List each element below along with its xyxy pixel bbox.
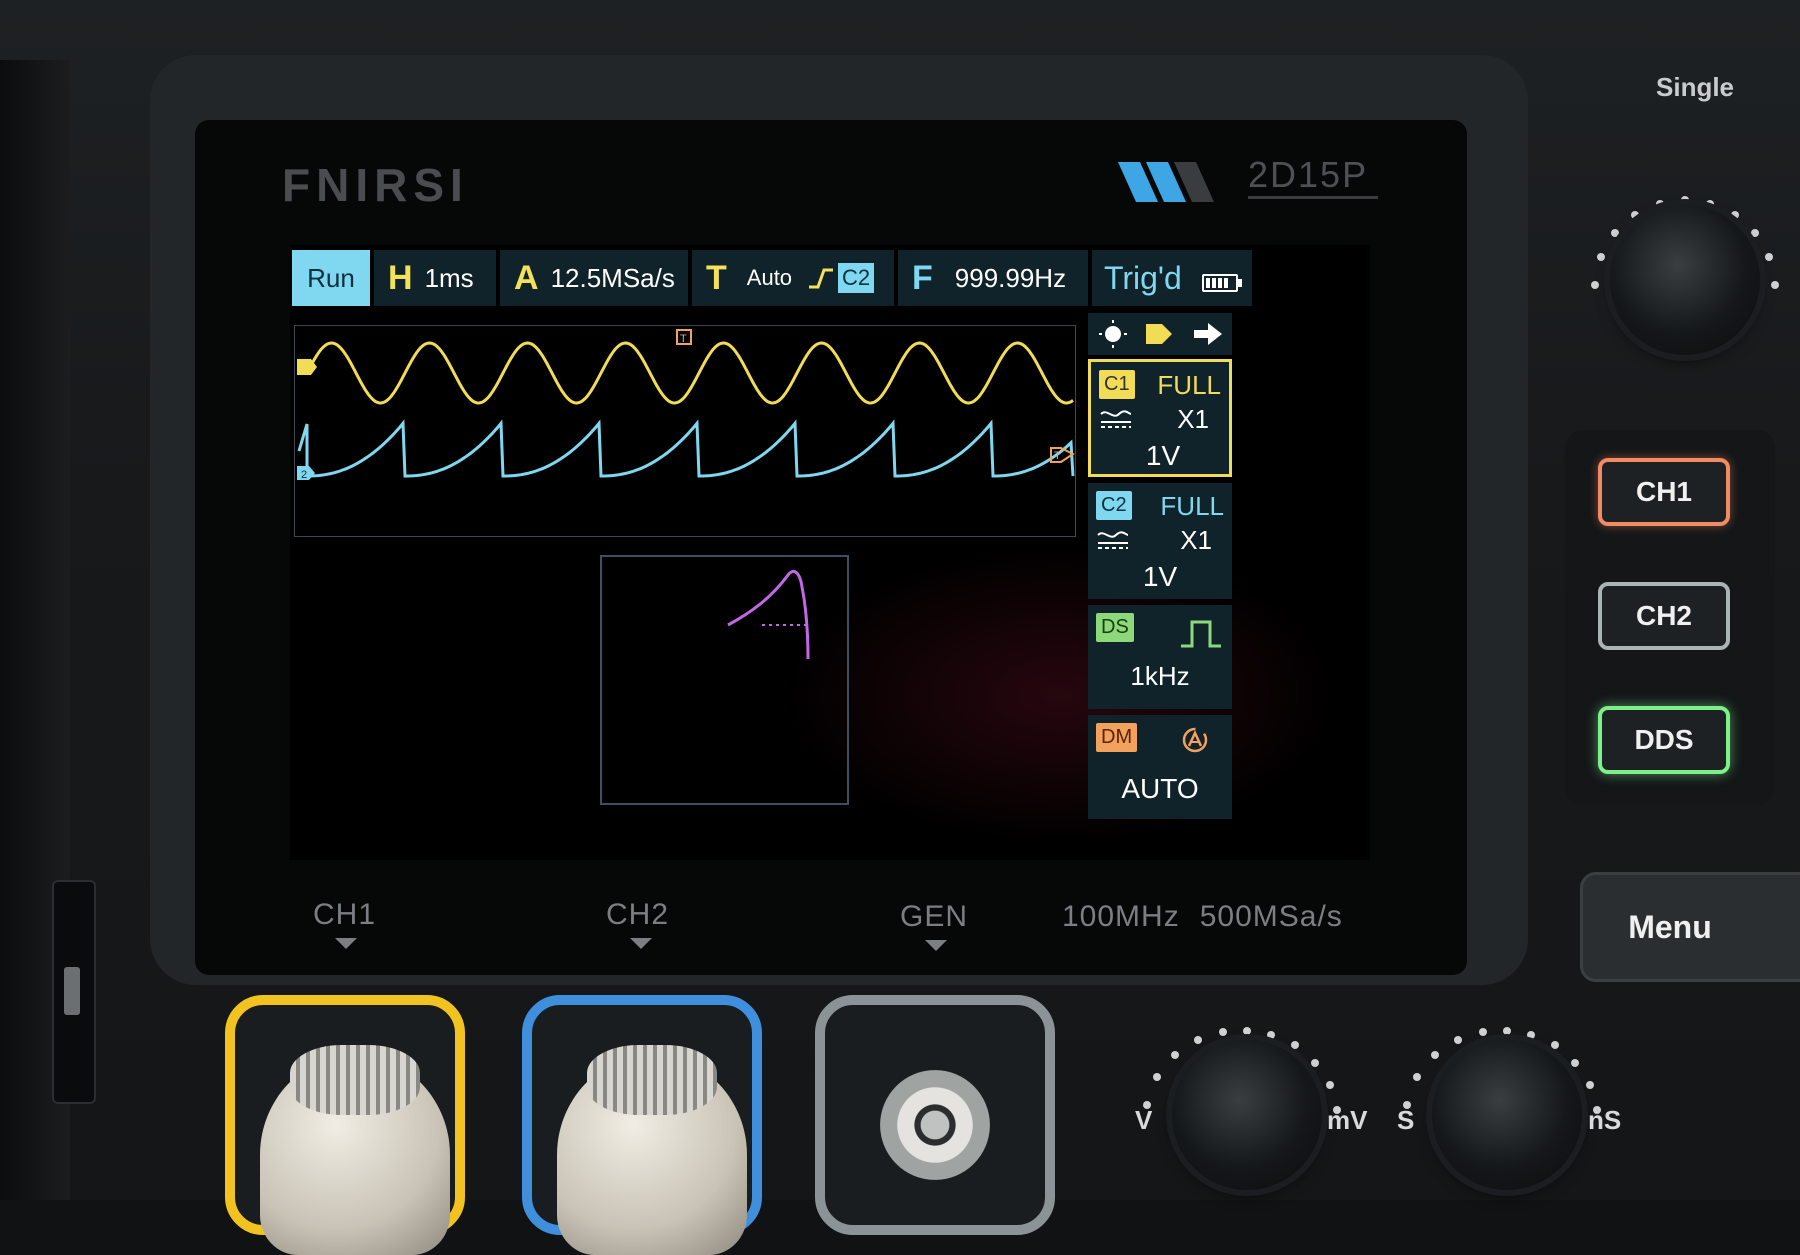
ch2-input-label: CH2 [606,898,670,931]
channel-1-probe: X1 [1177,404,1209,434]
channel-2-card[interactable]: C2 FULL X1 1V [1088,483,1232,599]
auto-icon [1182,727,1208,753]
sample-rate-label: 500MSa/s [1199,900,1343,933]
frequency-readout: F 999.99Hz [898,250,1088,306]
waveform-svg: 2 T T [297,329,1075,481]
measure-badge: DM [1096,723,1138,752]
coupling-icon [1100,410,1132,428]
bandwidth-label: 100MHz [1062,900,1180,933]
xy-trace-svg [727,570,810,660]
screen-reflection [780,545,1340,845]
channel-2-probe: X1 [1180,525,1212,555]
timebase-value: 1ms [424,262,474,293]
acquisition-key: A [514,258,539,297]
ch1-arrow-icon [335,938,357,949]
battery-icon [1202,274,1242,292]
ch2-arrow-icon [630,938,652,949]
trigger-key: T [706,258,727,297]
trigger-position-marker: T [676,329,692,345]
gen-arrow-icon [925,940,947,951]
status-bar: Run H 1ms A 12.5MSa/s T Auto C2 F 999.99… [290,245,1370,311]
usb-port [52,880,96,1104]
arrow-right-icon[interactable] [1192,321,1224,347]
gen-output-connector[interactable] [815,995,1055,1235]
model-label: 2D15P [1248,154,1379,199]
xy-trace [727,570,810,660]
trigger-mode: Auto [746,265,793,290]
measure-mode: AUTO [1121,773,1199,804]
brand-logo: FNIRSI [282,159,469,211]
spec-label: 100MHz 500MSa/s [1062,900,1363,934]
ch1-button[interactable]: CH1 [1598,458,1730,526]
frequency-key: F [912,258,933,297]
xy-display[interactable] [600,555,849,805]
volts-knob-left-label: V [1135,1105,1153,1135]
sample-rate-value: 12.5MSa/s [550,262,675,293]
channel-2-badge: C2 [1096,491,1132,520]
acquisition-setting[interactable]: A 12.5MSa/s [500,250,688,306]
svg-text:2: 2 [301,469,307,481]
single-label: Single [1656,72,1735,102]
trigger-status: Trig'd [1092,250,1252,306]
trigger-status-text: Trig'd [1104,259,1182,296]
tag-icon[interactable] [1144,321,1174,347]
ch1-trace [305,341,1074,405]
frequency-value: 999.99Hz [954,262,1067,293]
volts-knob-right-label: mV [1327,1105,1368,1135]
ch1-input-label: CH1 [313,898,377,931]
brightness-icon[interactable] [1098,319,1128,349]
gen-output-label: GEN [900,900,969,933]
time-knob-right-label: nS [1588,1105,1622,1135]
volts-div-knob[interactable] [1172,1040,1322,1190]
oscilloscope-screen: Run H 1ms A 12.5MSa/s T Auto C2 F 999.99… [290,245,1370,860]
ch1-probe-plug [260,1045,450,1255]
ch2-input-connector[interactable] [522,995,762,1255]
model-stripes-icon [1118,162,1214,202]
generator-frequency: 1kHz [1130,661,1190,691]
channel-1-badge: C1 [1099,370,1135,399]
channel-1-mode: FULL [1157,370,1221,400]
signal-generator-card[interactable]: DS 1kHz [1088,605,1232,709]
side-icon-bar [1088,313,1232,355]
bnc-port-icon [880,1070,990,1180]
dds-button[interactable]: DDS [1598,706,1730,774]
menu-button[interactable]: Menu [1580,872,1800,982]
ch1-input-connector[interactable] [225,995,465,1255]
channel-2-mode: FULL [1160,491,1224,521]
ch2-button[interactable]: CH2 [1598,582,1730,650]
waveform-display[interactable]: 2 T T [294,325,1076,537]
time-knob-left-label: S [1397,1105,1415,1135]
run-stop-button[interactable]: Run [292,250,370,306]
ch2-trace [297,419,1075,478]
trigger-setting[interactable]: T Auto C2 [692,250,894,306]
side-panel: C1 FULL X1 1V C2 FULL X1 1V DS 1kHz DM A… [1088,313,1232,853]
generator-badge: DS [1096,613,1134,642]
time-div-knob[interactable] [1432,1040,1582,1190]
multipurpose-knob[interactable] [1610,205,1760,355]
timebase-setting[interactable]: H 1ms [374,250,496,306]
square-wave-icon [1181,620,1221,648]
trigger-edge-icon [809,268,834,289]
ch2-probe-plug [557,1045,747,1255]
channel-2-volts-div: 1V [1142,561,1178,592]
svg-text:T: T [680,333,687,345]
timebase-key: H [388,258,413,297]
svg-text:T: T [1054,450,1061,462]
oscilloscope-device: FNIRSI 2D15P Run H 1ms A 12.5MSa/s T Aut… [0,0,1800,1255]
channel-1-volts-div: 1V [1145,440,1181,471]
channel-1-card[interactable]: C1 FULL X1 1V [1088,359,1232,477]
coupling-icon [1097,531,1129,549]
trigger-source: C2 [838,263,875,293]
measurement-mode-card[interactable]: DM AUTO [1088,715,1232,819]
